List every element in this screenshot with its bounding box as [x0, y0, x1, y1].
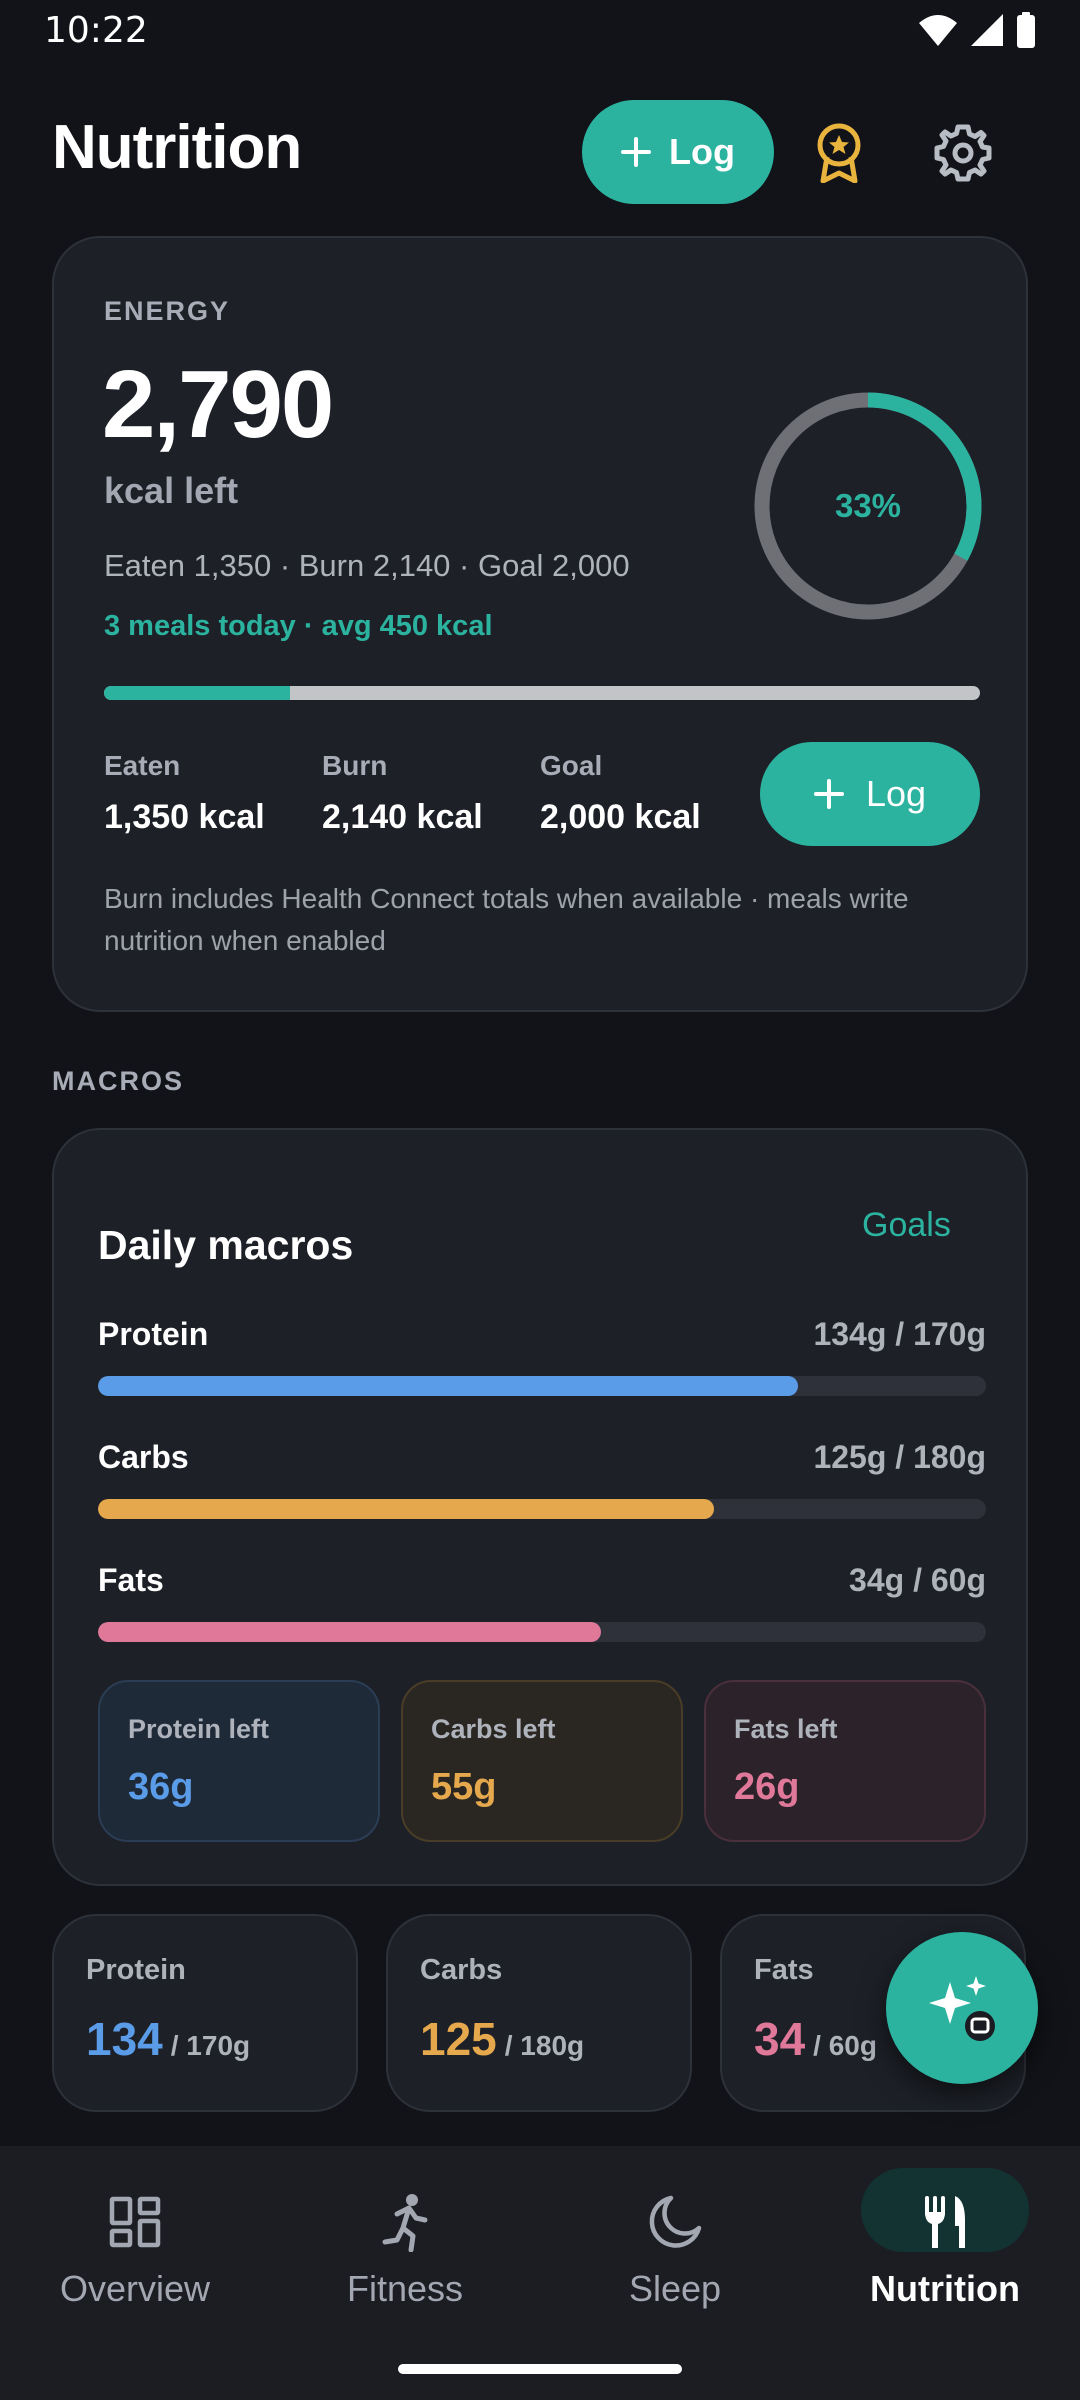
nav-item-nutrition[interactable]: Nutrition: [810, 2146, 1080, 2346]
nav-label: Overview: [59, 2268, 211, 2309]
macro-track: [98, 1622, 986, 1642]
home-indicator[interactable]: [398, 2364, 682, 2374]
stat-value: 1,350 kcal: [104, 798, 265, 836]
gear-icon: [934, 124, 992, 182]
ring-percent-label: 33%: [834, 487, 902, 524]
nav-label: Nutrition: [870, 2268, 1020, 2309]
meals-summary: 3 meals today · avg 450 kcal: [104, 610, 493, 642]
energy-progress-bar: [104, 686, 980, 700]
stat-label: Goal: [540, 750, 603, 781]
stat-eaten: Eaten 1,350 kcal: [104, 750, 265, 837]
goals-link[interactable]: Goals: [862, 1206, 951, 1245]
energy-eyebrow: ENERGY: [104, 296, 231, 326]
stat-value: 2,000 kcal: [540, 798, 701, 836]
tile-value: 55g: [431, 1766, 497, 1808]
nav-item-overview[interactable]: Overview: [0, 2146, 270, 2346]
status-time: 10:22: [44, 10, 148, 51]
energy-progress-fill: [104, 686, 290, 700]
macros-section-label: MACROS: [52, 1066, 184, 1096]
mini-value: 34: [754, 2013, 806, 2065]
mini-label: Protein: [86, 1954, 186, 1986]
utensils-icon: [905, 2182, 985, 2262]
wifi-icon: [919, 15, 957, 46]
carbs-summary-card[interactable]: Carbs 125/ 180g: [386, 1914, 692, 2112]
mini-value-wrap: 34/ 60g: [754, 2012, 877, 2066]
energy-ring: 33%: [748, 386, 988, 626]
mini-value-wrap: 125/ 180g: [420, 2012, 584, 2066]
protein-left-tile: Protein left 36g: [98, 1680, 380, 1842]
mini-value-wrap: 134/ 170g: [86, 2012, 250, 2066]
nav-label: Sleep: [628, 2268, 722, 2309]
energy-note: Burn includes Health Connect totals when…: [104, 883, 909, 956]
macro-amount: 34g / 60g: [849, 1562, 986, 1598]
stat-value: 2,140 kcal: [322, 798, 483, 836]
macro-fill: [98, 1622, 602, 1642]
medal-icon: [817, 123, 861, 183]
dashboard-icon: [95, 2182, 175, 2262]
nav-item-sleep[interactable]: Sleep: [540, 2146, 810, 2346]
macro-fill: [98, 1376, 798, 1396]
stat-goal: Goal 2,000 kcal: [540, 750, 701, 837]
energy-summary: Eaten 1,350 · Burn 2,140 · Goal 2,000: [104, 548, 630, 583]
kcal-left-unit: kcal left: [104, 470, 239, 511]
bottom-nav: Overview Fitness Sleep Nutrition: [0, 2146, 1080, 2400]
macro-fill: [98, 1499, 715, 1519]
mini-goal: / 180g: [504, 2030, 585, 2061]
log-button-label: Log: [669, 131, 735, 172]
daily-macros-title: Daily macros: [98, 1222, 354, 1268]
tile-label: Carbs left: [431, 1714, 556, 1744]
daily-macros-card: Daily macros Goals Protein 134g / 170g C…: [52, 1128, 1028, 1886]
mini-goal: / 170g: [170, 2030, 251, 2061]
log-button[interactable]: Log: [582, 100, 774, 204]
stat-label: Burn: [322, 750, 388, 781]
protein-summary-card[interactable]: Protein 134/ 170g: [52, 1914, 358, 2112]
stat-burn: Burn 2,140 kcal: [322, 750, 483, 837]
moon-icon: [635, 2182, 715, 2262]
signal-icon: [971, 14, 1003, 46]
running-icon: [365, 2182, 445, 2262]
tile-label: Fats left: [734, 1714, 838, 1744]
mini-label: Carbs: [420, 1954, 503, 1986]
nav-item-fitness[interactable]: Fitness: [270, 2146, 540, 2346]
tile-value: 26g: [734, 1766, 800, 1808]
status-icons: [918, 12, 1036, 48]
page-title: Nutrition: [52, 113, 302, 182]
mini-label: Fats: [754, 1954, 814, 1986]
status-bar: 10:22: [0, 0, 1080, 60]
stat-label: Eaten: [104, 750, 181, 781]
tile-value: 36g: [128, 1766, 194, 1808]
plus-icon: [813, 779, 844, 809]
settings-button[interactable]: [930, 120, 996, 186]
macro-amount: 134g / 170g: [813, 1316, 986, 1352]
ai-assistant-fab[interactable]: [886, 1932, 1038, 2084]
tile-label: Protein left: [128, 1714, 270, 1744]
mini-goal: / 60g: [813, 2030, 877, 2061]
carbs-left-tile: Carbs left 55g: [401, 1680, 683, 1842]
achievements-button[interactable]: [806, 118, 872, 188]
plus-icon: [621, 137, 651, 167]
battery-icon: [1017, 12, 1035, 48]
macro-name: Carbs: [98, 1439, 189, 1475]
macro-name: Protein: [98, 1316, 209, 1352]
mini-value: 125: [420, 2013, 497, 2065]
fats-left-tile: Fats left 26g: [704, 1680, 986, 1842]
mini-value: 134: [86, 2013, 163, 2065]
macro-name: Fats: [98, 1562, 164, 1598]
sparkle-chat-icon: [929, 1976, 995, 2041]
macro-track: [98, 1376, 986, 1396]
energy-card: ENERGY 2,790 kcal left Eaten 1,350 · Bur…: [52, 236, 1028, 1012]
nav-label: Fitness: [346, 2268, 464, 2309]
log-meal-label: Log: [865, 773, 927, 814]
macro-amount: 125g / 180g: [813, 1439, 986, 1475]
log-meal-button[interactable]: Log: [760, 742, 980, 846]
kcal-left-value: 2,790: [102, 351, 334, 458]
macro-track: [98, 1499, 986, 1519]
